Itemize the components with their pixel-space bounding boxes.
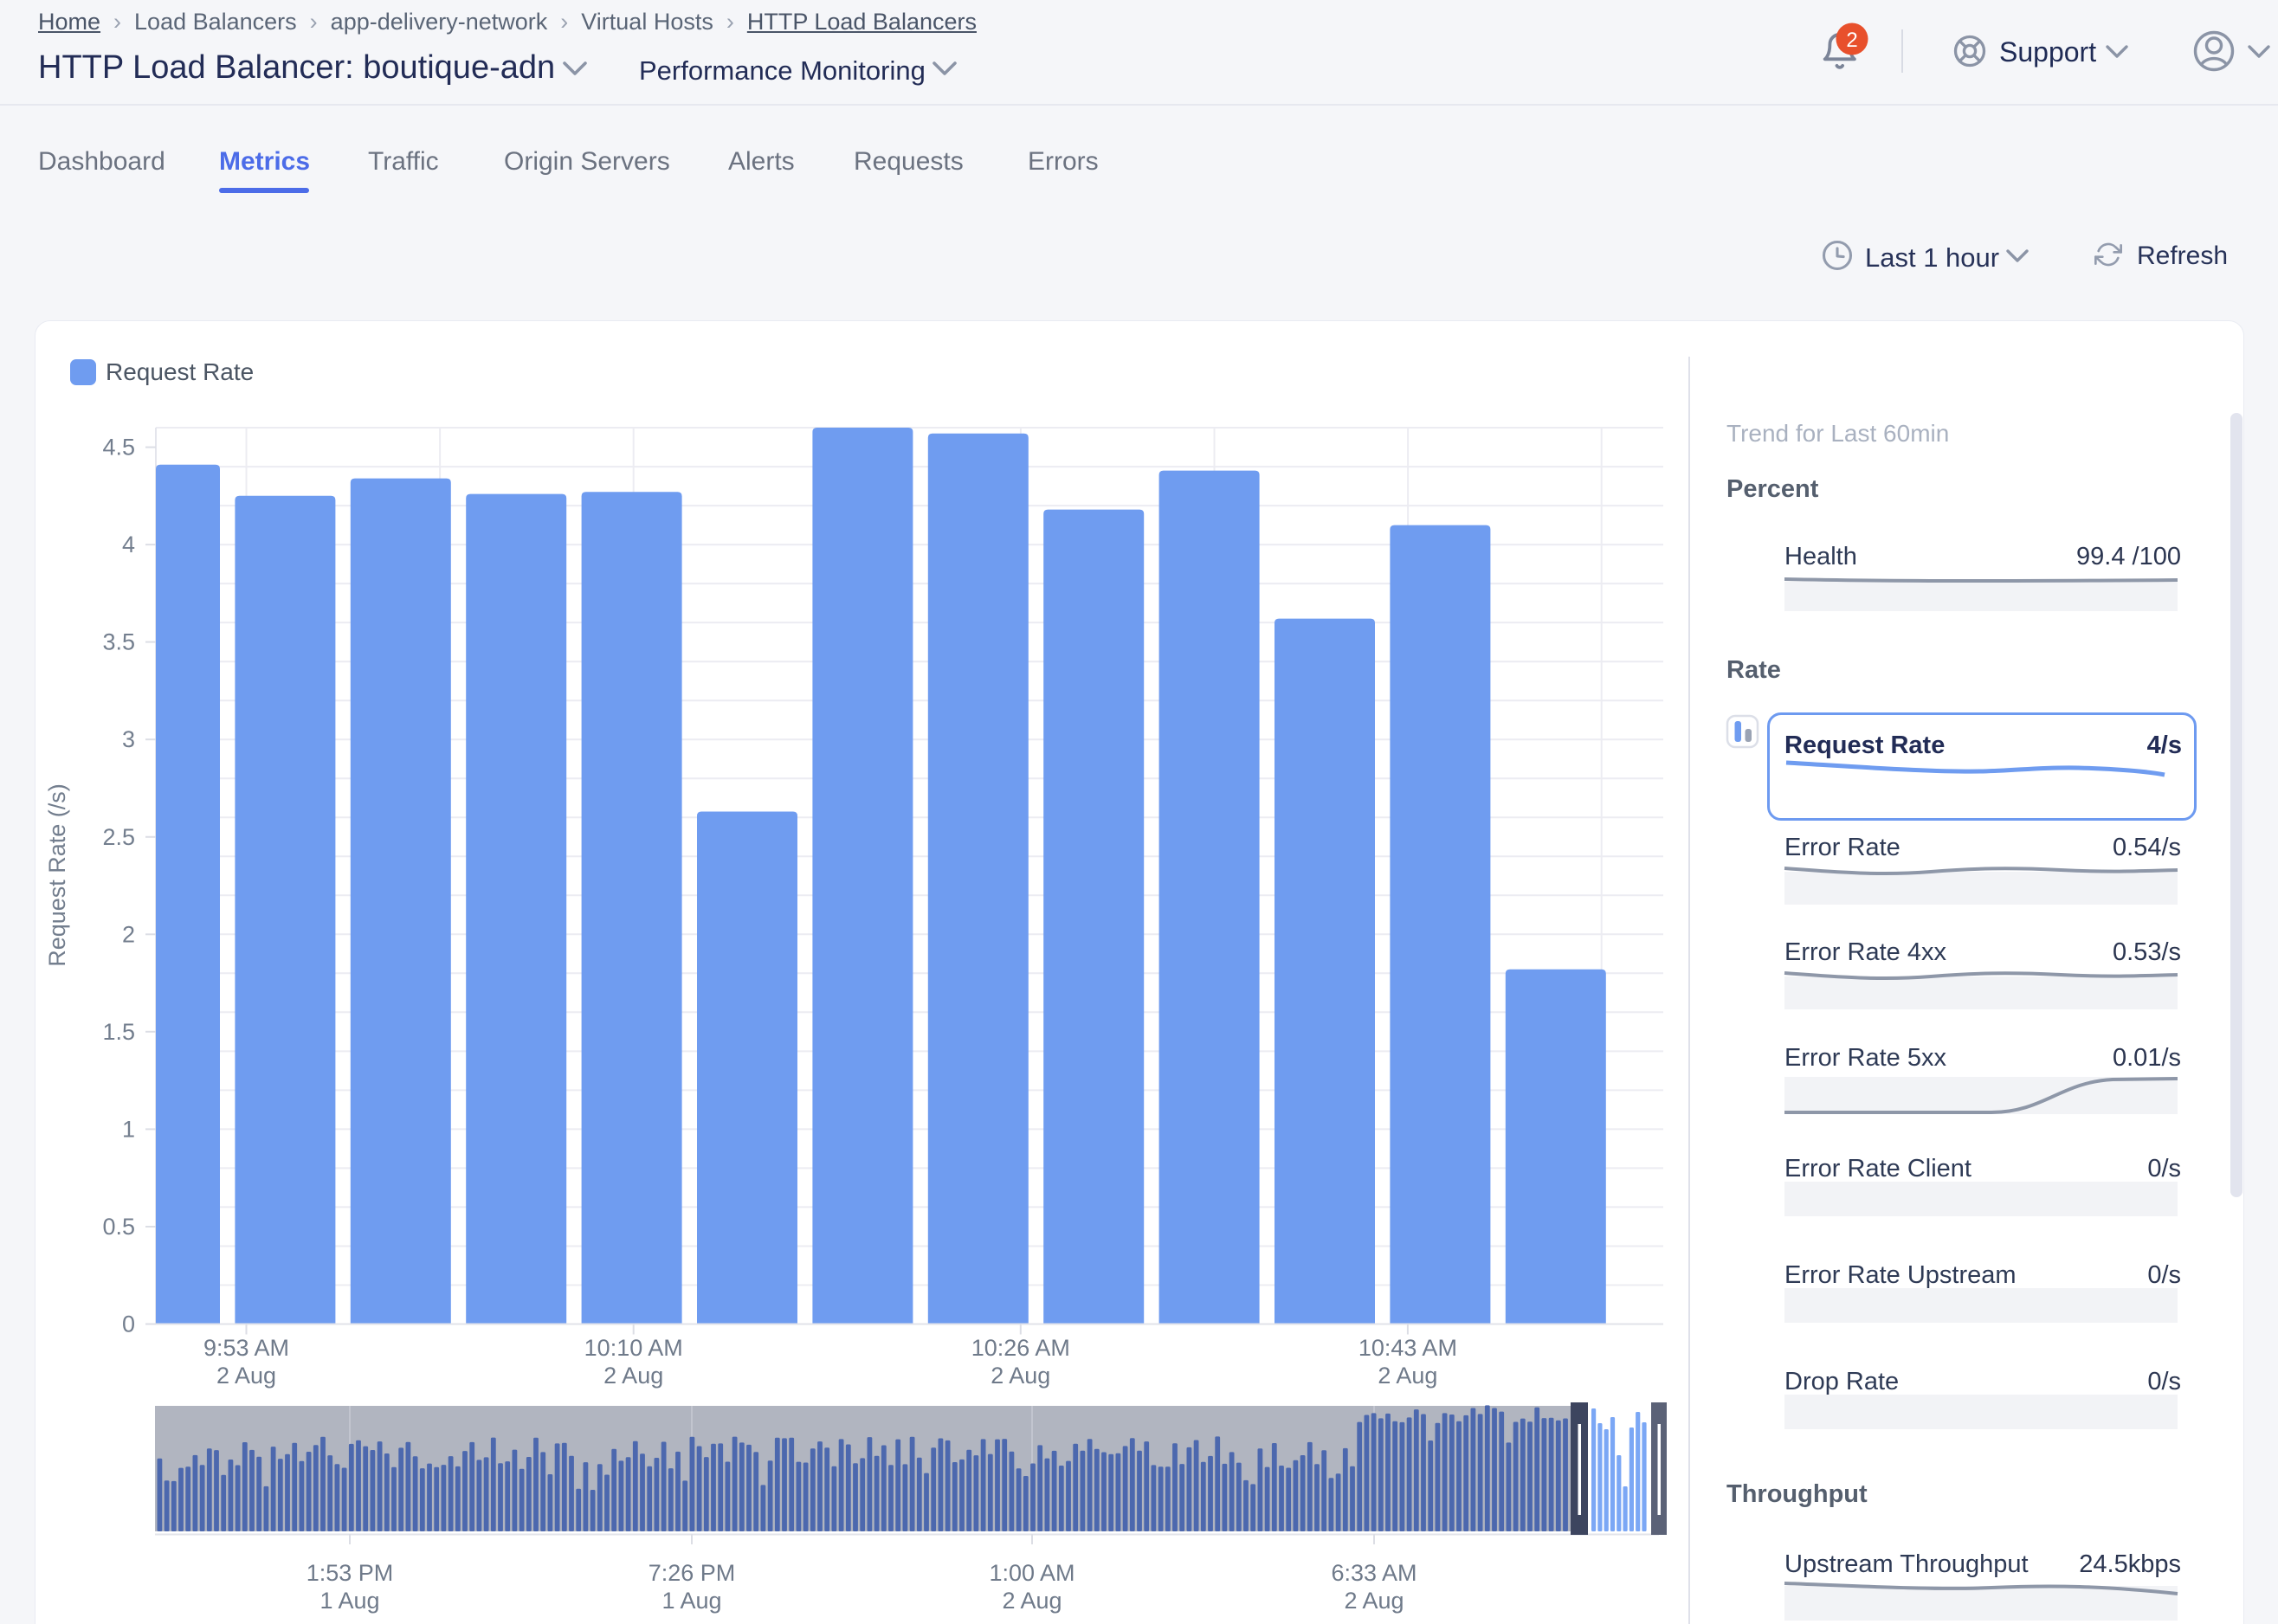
svg-text:2: 2 bbox=[122, 921, 135, 947]
svg-text:6:33 AM: 6:33 AM bbox=[1331, 1560, 1416, 1586]
svg-text:2: 2 bbox=[1846, 29, 1857, 52]
svg-text:1 Aug: 1 Aug bbox=[661, 1588, 721, 1614]
svg-text:1:00 AM: 1:00 AM bbox=[989, 1560, 1074, 1586]
svg-text:4.5: 4.5 bbox=[102, 435, 135, 461]
svg-text:Request Rate (/s): Request Rate (/s) bbox=[44, 783, 70, 967]
svg-text:0.5: 0.5 bbox=[102, 1214, 135, 1240]
svg-text:2.5: 2.5 bbox=[102, 824, 135, 850]
svg-text:3: 3 bbox=[122, 726, 135, 752]
svg-text:2 Aug: 2 Aug bbox=[603, 1363, 663, 1389]
svg-text:2 Aug: 2 Aug bbox=[1344, 1588, 1404, 1614]
svg-text:3.5: 3.5 bbox=[102, 629, 135, 655]
svg-text:1 Aug: 1 Aug bbox=[319, 1588, 379, 1614]
svg-text:10:26 AM: 10:26 AM bbox=[971, 1335, 1070, 1361]
svg-text:2 Aug: 2 Aug bbox=[1378, 1363, 1437, 1389]
svg-text:2 Aug: 2 Aug bbox=[216, 1363, 276, 1389]
svg-text:1:53 PM: 1:53 PM bbox=[307, 1560, 394, 1586]
svg-text:0: 0 bbox=[122, 1311, 135, 1337]
svg-text:2 Aug: 2 Aug bbox=[991, 1363, 1050, 1389]
svg-text:10:43 AM: 10:43 AM bbox=[1358, 1335, 1457, 1361]
svg-text:1: 1 bbox=[122, 1116, 135, 1142]
svg-text:4: 4 bbox=[122, 532, 135, 557]
svg-text:9:53 AM: 9:53 AM bbox=[203, 1335, 289, 1361]
svg-text:2 Aug: 2 Aug bbox=[1002, 1588, 1062, 1614]
svg-text:10:10 AM: 10:10 AM bbox=[584, 1335, 683, 1361]
svg-text:1.5: 1.5 bbox=[102, 1019, 135, 1045]
svg-text:7:26 PM: 7:26 PM bbox=[649, 1560, 736, 1586]
